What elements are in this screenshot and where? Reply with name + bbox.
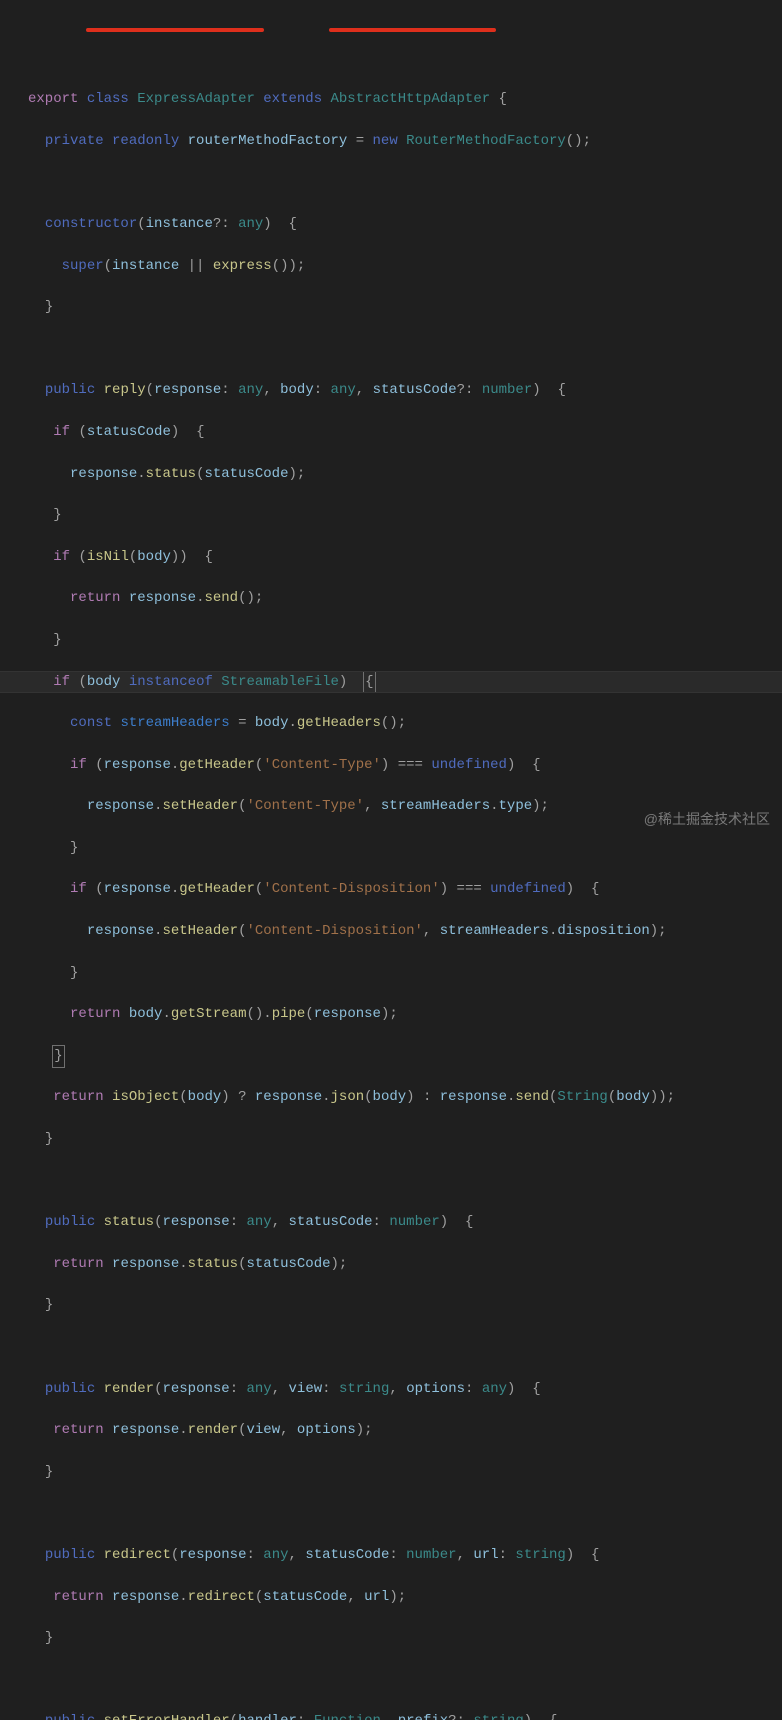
code-line: } [28, 1462, 772, 1483]
code-line: response.setHeader('Content-Disposition'… [28, 921, 772, 942]
code-line: public status(response: any, statusCode:… [28, 1212, 772, 1233]
annotation-underline-2 [329, 28, 496, 32]
code-line: } [28, 1295, 772, 1316]
code-line: public redirect(response: any, statusCod… [28, 1545, 772, 1566]
code-line: return response.status(statusCode); [28, 1254, 772, 1275]
keyword-class: class [87, 91, 129, 107]
keyword-export: export [28, 91, 78, 107]
code-line-highlighted: if (body instanceof StreamableFile) { [0, 672, 782, 693]
code-line: super(instance || express()); [28, 256, 772, 277]
code-line: return response.render(view, options); [28, 1420, 772, 1441]
code-line: export class ExpressAdapter extends Abst… [28, 89, 772, 110]
code-line: if (statusCode) { [28, 422, 772, 443]
code-line: return response.redirect(statusCode, url… [28, 1587, 772, 1608]
code-line: public reply(response: any, body: any, s… [28, 380, 772, 401]
class-name: ExpressAdapter [137, 91, 255, 107]
code-line: return body.getStream().pipe(response); [28, 1004, 772, 1025]
code-line: response.status(statusCode); [28, 464, 772, 485]
code-line [28, 1503, 772, 1524]
watermark: @稀土掘金技术社区 [644, 809, 770, 830]
code-editor[interactable]: export class ExpressAdapter extends Abst… [0, 62, 782, 1720]
superclass-name: AbstractHttpAdapter [331, 91, 491, 107]
code-line: return isObject(body) ? response.json(bo… [28, 1087, 772, 1108]
code-line: } [28, 1046, 772, 1067]
code-line [28, 339, 772, 360]
code-line: } [28, 963, 772, 984]
keyword-extends: extends [263, 91, 322, 107]
code-line [28, 1670, 772, 1691]
code-line: const streamHeaders = body.getHeaders(); [28, 713, 772, 734]
code-line: if (response.getHeader('Content-Disposit… [28, 879, 772, 900]
code-line: } [28, 630, 772, 651]
code-line: } [28, 838, 772, 859]
cursor-bracket: { [364, 672, 374, 693]
code-line: if (isNil(body)) { [28, 547, 772, 568]
code-line: private readonly routerMethodFactory = n… [28, 131, 772, 152]
matching-bracket: } [53, 1046, 63, 1067]
code-line: } [28, 1129, 772, 1150]
code-line [28, 1171, 772, 1192]
code-line: if (response.getHeader('Content-Type') =… [28, 755, 772, 776]
code-line: } [28, 297, 772, 318]
code-line: public setErrorHandler(handler: Function… [28, 1711, 772, 1720]
code-line [28, 1337, 772, 1358]
code-line: public render(response: any, view: strin… [28, 1379, 772, 1400]
code-line: constructor(instance?: any) { [28, 214, 772, 235]
code-line: } [28, 505, 772, 526]
annotation-underline-1 [86, 28, 264, 32]
code-line: return response.send(); [28, 588, 772, 609]
code-line [28, 172, 772, 193]
code-line: } [28, 1628, 772, 1649]
